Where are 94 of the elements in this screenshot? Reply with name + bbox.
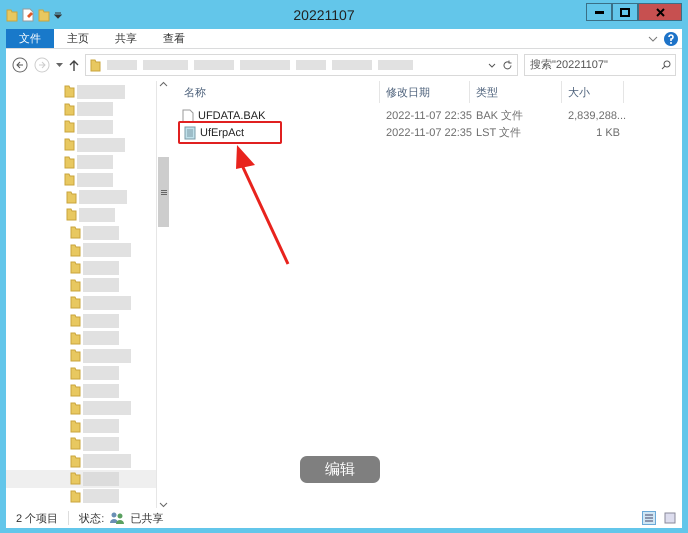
maximize-icon <box>620 8 630 16</box>
blurred-label <box>83 419 119 434</box>
blurred-label <box>83 243 131 258</box>
table-cell-text: 2022-11-07 22:35 <box>385 126 470 138</box>
file-name[interactable]: UFDATA.BAK <box>198 110 266 122</box>
folder-icon <box>64 156 75 169</box>
ribbon-tab[interactable]: 查看 <box>150 29 198 48</box>
blurred-label <box>77 172 113 187</box>
blurred-label <box>83 296 131 310</box>
folder-icon <box>64 120 75 134</box>
minimize-button[interactable] <box>586 3 612 21</box>
search-icon[interactable] <box>661 60 671 70</box>
folder-icon <box>70 454 81 468</box>
folder-icon <box>70 244 81 257</box>
folder-icon <box>64 102 75 116</box>
close-button[interactable] <box>638 3 682 21</box>
window-title: 20221107 <box>292 6 356 22</box>
ribbon-tab[interactable]: 主页 <box>54 29 102 48</box>
dropdown-icon[interactable] <box>56 63 63 67</box>
details-view-icon[interactable] <box>642 511 656 525</box>
table-cell-text: 1 KB <box>595 126 621 138</box>
folder-icon <box>70 384 81 398</box>
blurred-label <box>79 208 115 222</box>
folder-icon <box>70 366 81 380</box>
maximize-button[interactable] <box>612 3 638 21</box>
folder-icon <box>64 173 75 186</box>
folder-icon <box>66 190 77 204</box>
blurred-label <box>79 190 127 204</box>
chevron-down-icon[interactable] <box>648 36 658 42</box>
file-icon <box>182 108 194 122</box>
chevron-down-icon[interactable] <box>488 62 496 68</box>
minimize-icon <box>594 10 604 14</box>
users-icon <box>110 512 124 524</box>
column-header[interactable]: 大小 <box>562 81 624 103</box>
folder-icon <box>70 332 81 345</box>
search-field[interactable]: 搜索"20221107" <box>524 54 676 76</box>
blurred-label <box>83 489 119 504</box>
back-icon[interactable] <box>12 57 28 73</box>
table-cell-text: 2022-11-07 22:35 <box>385 110 470 122</box>
table-cell-text: LST 文件 <box>475 126 522 140</box>
folder-icon <box>70 296 81 310</box>
blurred-label <box>83 472 119 486</box>
refresh-icon[interactable] <box>502 60 513 70</box>
blurred-label <box>77 84 125 99</box>
dropdown-icon[interactable] <box>54 10 62 18</box>
item-count: 2 个项目 <box>16 512 58 526</box>
column-header[interactable]: 修改日期 <box>380 81 470 103</box>
table-cell-text: BAK 文件 <box>475 108 524 123</box>
folder-icon <box>70 420 81 433</box>
blurred-label <box>83 260 119 275</box>
properties-icon[interactable] <box>22 8 34 22</box>
folder-icon <box>66 208 77 222</box>
column-header[interactable]: 类型 <box>470 81 562 103</box>
blurred-label <box>77 138 125 152</box>
large-icons-view-icon[interactable] <box>664 512 676 524</box>
folder-icon <box>70 314 81 328</box>
status-label: 状态: <box>79 512 104 526</box>
help-icon[interactable] <box>664 32 678 46</box>
folder-icon <box>70 261 81 274</box>
folder-icon <box>64 85 75 98</box>
blurred-label <box>83 454 131 468</box>
blurred-label <box>83 401 131 416</box>
blurred-label <box>77 120 113 134</box>
column-header[interactable]: 名称 <box>178 81 380 103</box>
blurred-label <box>83 436 119 451</box>
table-cell-text: 2,839,288... <box>567 110 624 122</box>
blurred-label <box>77 102 113 116</box>
ribbon-tab[interactable]: 共享 <box>102 29 150 48</box>
up-arrow-icon[interactable] <box>69 59 79 71</box>
blurred-label <box>83 348 131 363</box>
blurred-label <box>83 331 119 346</box>
blurred-label <box>83 384 119 398</box>
ribbon-tab[interactable]: 文件 <box>6 29 54 48</box>
blurred-label <box>83 278 119 292</box>
folder-icon <box>70 437 81 450</box>
scrollbar-thumb[interactable] <box>158 157 169 227</box>
blurred-label <box>83 366 119 380</box>
close-icon <box>656 8 664 16</box>
folder-icon <box>70 490 81 503</box>
list-file-icon <box>184 126 196 140</box>
folder-icon <box>70 278 81 292</box>
folder-icon <box>70 349 81 362</box>
folder-icon <box>70 402 81 415</box>
scroll-down-icon[interactable] <box>159 502 168 508</box>
edit-button[interactable]: 编辑 <box>300 456 380 483</box>
blurred-label <box>83 226 119 240</box>
share-status: 已共享 <box>130 512 164 526</box>
folder-icon <box>70 226 81 240</box>
folder-icon <box>90 58 101 72</box>
folder-icon <box>64 138 75 152</box>
folder-icon <box>70 472 81 486</box>
blurred-label <box>83 314 119 328</box>
blurred-label <box>77 155 113 170</box>
scroll-up-icon[interactable] <box>159 81 168 87</box>
